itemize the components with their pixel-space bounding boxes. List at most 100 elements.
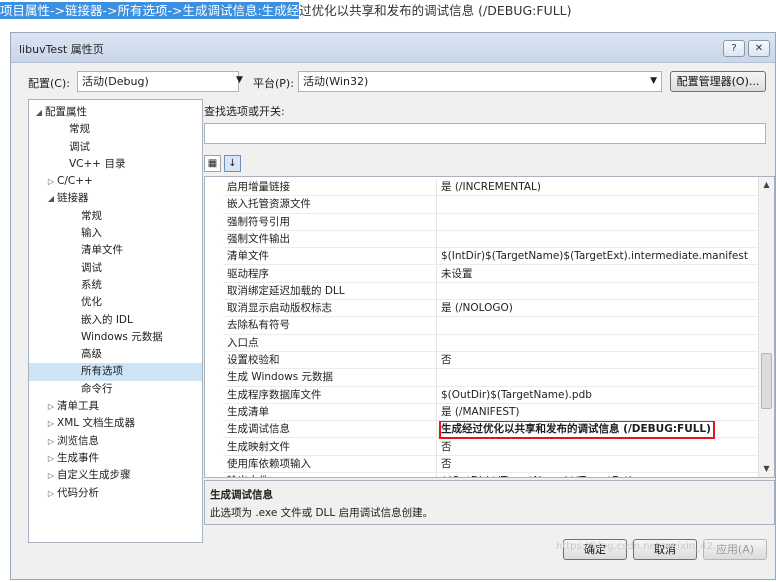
property-grid: 数据执行保护(DEP)是 (/NXCOMPAT)输出文件$(OutDir)$(T… [204, 176, 775, 478]
close-button[interactable]: ✕ [748, 40, 770, 57]
row-divider [223, 281, 760, 283]
property-row[interactable]: 生成 Windows 元数据 [205, 369, 760, 387]
tree-item[interactable]: 调试 [29, 260, 202, 277]
property-row[interactable]: 嵌入托管资源文件 [205, 196, 760, 214]
tree-item[interactable]: 清单文件 [29, 242, 202, 259]
tree-item[interactable]: 常规 [29, 121, 202, 138]
property-value[interactable]: $(OutDir)$(TargetName)$(TargetExt) [441, 473, 633, 477]
config-label: 配置(C): [28, 77, 70, 90]
tree-item[interactable]: 系统 [29, 277, 202, 294]
categorized-view-icon[interactable]: ▦ [204, 155, 221, 172]
collapsed-arrow-icon[interactable]: ▷ [45, 415, 57, 432]
property-value[interactable]: 是 (/MANIFEST) [441, 404, 520, 421]
property-value[interactable]: 否 [441, 352, 452, 369]
tree-item-label: 浏览信息 [57, 434, 99, 447]
property-row[interactable]: 入口点 [205, 334, 760, 352]
property-row[interactable]: 强制文件输出 [205, 230, 760, 249]
caption-rest-text: 过优化以共享和发布的调试信息 (/DEBUG:FULL) [299, 3, 572, 18]
tree-item[interactable]: ▷ 浏览信息 [29, 433, 202, 450]
collapsed-arrow-icon[interactable]: ▷ [45, 173, 57, 190]
property-row[interactable]: 生成程序数据库文件 $(OutDir)$(TargetName).pdb [205, 386, 760, 404]
property-row[interactable]: 输出文件 $(OutDir)$(TargetName)$(TargetExt) [205, 473, 760, 477]
column-divider [436, 230, 437, 249]
collapsed-arrow-icon[interactable]: ▷ [45, 467, 57, 484]
property-row[interactable]: 去除私有符号 [205, 317, 760, 335]
row-divider [223, 229, 760, 231]
tree-item[interactable]: 命令行 [29, 381, 202, 398]
row-divider [223, 368, 760, 370]
tree-item-label: 清单文件 [81, 244, 123, 257]
highlight-box [439, 420, 715, 440]
column-divider [436, 369, 437, 387]
tree-item[interactable]: ▷ 自定义生成步骤 [29, 467, 202, 484]
tree-item[interactable]: ▷ XML 文档生成器 [29, 415, 202, 432]
alphabetical-sort-icon[interactable]: ↓ [224, 155, 241, 172]
search-input[interactable] [204, 123, 766, 144]
category-tree[interactable]: ◢ 配置属性 常规 调试 VC++ 目录 ▷ C/C++ ◢ 链接器 常规 输入 清单文件 调试 系统 优化… [28, 99, 203, 543]
platform-select[interactable]: 活动(Win32) ▼ [298, 71, 662, 92]
property-name: 生成调试信息 [227, 423, 290, 436]
property-value[interactable]: 是 (/INCREMENTAL) [441, 179, 541, 196]
tree-item[interactable]: ▷ C/C++ [29, 173, 202, 190]
property-row[interactable]: 生成调试信息 生成经过优化以共享和发布的调试信息 (/DEBUG:FULL) [205, 420, 760, 440]
config-chevron-down-icon[interactable]: ▼ [236, 75, 243, 85]
property-value[interactable]: 是 (/NOLOGO) [441, 300, 513, 317]
watermark-text: https://blog.csdn.net/weixin_42... [556, 541, 723, 552]
property-row[interactable]: 驱动程序 未设置 [205, 265, 760, 283]
property-value[interactable]: $(OutDir)$(TargetName).pdb [441, 387, 592, 404]
collapsed-arrow-icon[interactable]: ▷ [45, 450, 57, 467]
property-value[interactable]: $(IntDir)$(TargetName)$(TargetExt).inter… [441, 248, 748, 265]
property-value[interactable]: 未设置 [441, 266, 473, 283]
row-divider [223, 350, 760, 352]
tree-item-label: 生成事件 [57, 451, 99, 464]
property-row[interactable]: 取消显示启动版权标志 是 (/NOLOGO) [205, 300, 760, 318]
config-manager-button[interactable]: 配置管理器(O)... [670, 71, 766, 92]
scroll-down-icon[interactable]: ▼ [759, 461, 774, 477]
collapsed-arrow-icon[interactable]: ▷ [45, 433, 57, 450]
platform-label: 平台(P): [253, 77, 294, 90]
scroll-up-icon[interactable]: ▲ [759, 177, 774, 193]
property-row[interactable]: 清单文件 $(IntDir)$(TargetName)$(TargetExt).i… [205, 248, 760, 266]
tree-item[interactable]: 所有选项 [29, 363, 202, 381]
tree-item[interactable]: ◢ 链接器 [29, 190, 202, 207]
property-value[interactable]: 否 [441, 456, 452, 473]
property-row[interactable]: 生成映射文件 否 [205, 438, 760, 456]
tree-item[interactable]: 嵌入的 IDL [29, 312, 202, 329]
property-row[interactable]: 使用库依赖项输入 否 [205, 455, 760, 474]
tree-item-label: VC++ 目录 [69, 157, 126, 170]
tree-item-label: 高级 [81, 348, 102, 361]
collapsed-arrow-icon[interactable]: ▷ [45, 485, 57, 502]
scroll-thumb[interactable] [761, 353, 772, 409]
property-pages-dialog: libuvTest 属性页 ? ✕ 配置(C): 活动(Debug) ▼ 平台(… [10, 32, 776, 580]
tree-item[interactable]: 调试 [29, 139, 202, 156]
tree-item[interactable]: 输入 [29, 225, 202, 242]
tree-item[interactable]: 高级 [29, 346, 202, 363]
tree-item[interactable]: ▷ 清单工具 [29, 398, 202, 415]
collapsed-arrow-icon[interactable]: ▷ [45, 398, 57, 415]
tree-item-label: 调试 [69, 140, 90, 153]
tree-item[interactable]: ◢ 配置属性 [29, 104, 202, 121]
help-button[interactable]: ? [723, 40, 745, 57]
tree-item[interactable]: ▷ 生成事件 [29, 450, 202, 467]
tree-item[interactable]: 优化 [29, 294, 202, 311]
property-row[interactable]: 强制符号引用 [205, 213, 760, 231]
tree-item-label: 配置属性 [45, 106, 87, 118]
property-row[interactable]: 取消绑定延迟加载的 DLL [205, 282, 760, 301]
property-row[interactable]: 启用增量链接 是 (/INCREMENTAL) [205, 179, 760, 197]
platform-chevron-down-icon: ▼ [650, 76, 657, 86]
tree-item[interactable]: Windows 元数据 [29, 329, 202, 346]
property-row[interactable]: 生成清单 是 (/MANIFEST) [205, 403, 760, 422]
expanded-arrow-icon[interactable]: ◢ [33, 104, 45, 121]
config-select[interactable]: 活动(Debug) [77, 71, 239, 92]
property-row[interactable]: 设置校验和 否 [205, 352, 760, 370]
tree-item[interactable]: 常规 [29, 208, 202, 225]
expanded-arrow-icon[interactable]: ◢ [45, 190, 57, 207]
column-divider [436, 300, 437, 318]
tree-item-label: 清单工具 [57, 400, 99, 413]
property-value[interactable]: 否 [441, 439, 452, 456]
window-title: libuvTest 属性页 [19, 43, 104, 56]
tree-item-label: 系统 [81, 278, 102, 291]
tree-item[interactable]: ▷ 代码分析 [29, 485, 202, 502]
property-grid-scrollbar[interactable]: ▲ ▼ [758, 177, 774, 477]
tree-item[interactable]: VC++ 目录 [29, 156, 202, 173]
